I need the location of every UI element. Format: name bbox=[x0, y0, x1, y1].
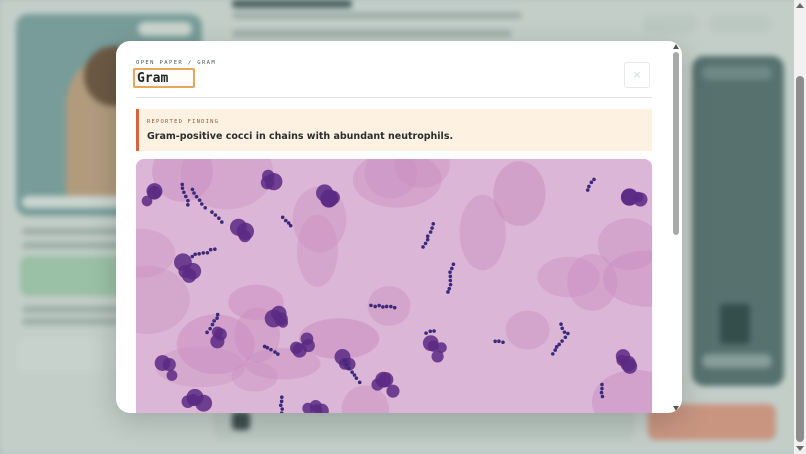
paper-modal: OPEN PAPER / GRAM Gram × REPORTED FINDIN… bbox=[116, 41, 682, 413]
reported-finding: REPORTED FINDING Gram-positive cocci in … bbox=[136, 109, 652, 151]
scrollbar-thumb[interactable] bbox=[796, 76, 804, 442]
finding-label: REPORTED FINDING bbox=[147, 119, 220, 125]
scroll-up-arrow-icon[interactable] bbox=[673, 44, 679, 49]
scroll-up-arrow-icon[interactable] bbox=[796, 3, 804, 8]
micrograph bbox=[136, 159, 652, 413]
modal-title: Gram bbox=[137, 71, 169, 86]
scrollbar-thumb[interactable] bbox=[673, 52, 679, 235]
page-scrollbar[interactable] bbox=[794, 0, 806, 454]
modal-scrollbar[interactable] bbox=[670, 41, 682, 413]
close-icon: × bbox=[632, 68, 642, 81]
scroll-down-arrow-icon[interactable] bbox=[796, 446, 804, 451]
divider bbox=[136, 97, 652, 98]
breadcrumb: OPEN PAPER / GRAM bbox=[136, 60, 217, 66]
finding-text: Gram-positive cocci in chains with abund… bbox=[147, 131, 454, 142]
close-button[interactable]: × bbox=[624, 62, 650, 88]
scroll-down-arrow-icon[interactable] bbox=[673, 406, 679, 411]
gram-stain-image bbox=[136, 159, 652, 413]
title-field[interactable]: Gram bbox=[133, 68, 195, 88]
modal-content: OPEN PAPER / GRAM Gram × REPORTED FINDIN… bbox=[133, 41, 652, 413]
